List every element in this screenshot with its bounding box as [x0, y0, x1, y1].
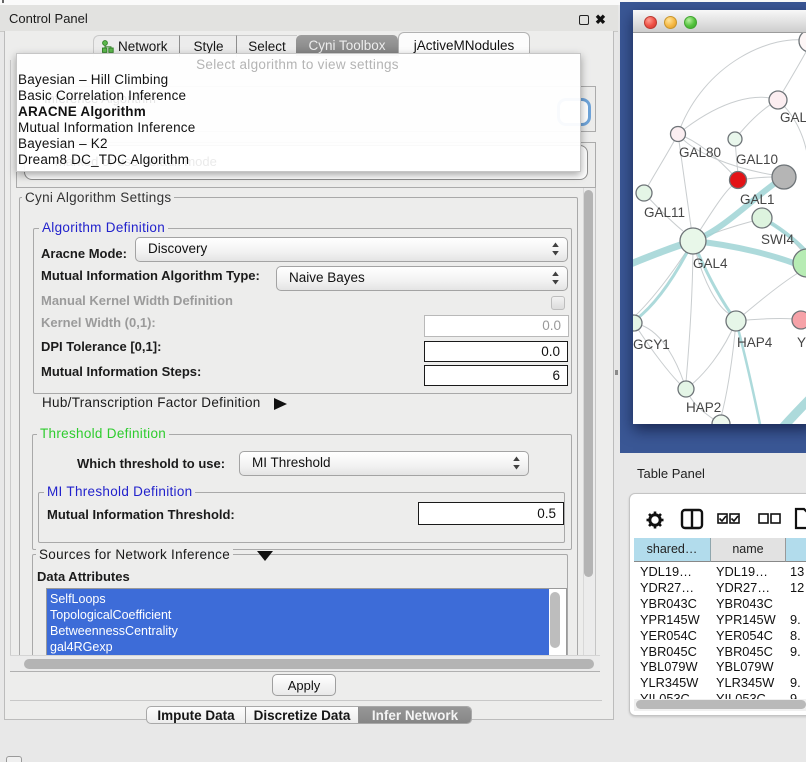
svg-text:GAL10: GAL10 [736, 152, 778, 167]
svg-text:GAL80: GAL80 [679, 145, 721, 160]
svg-text:GAL7: GAL7 [780, 110, 806, 125]
svg-text:GCY1: GCY1 [633, 337, 670, 352]
svg-text:Y: Y [797, 335, 806, 350]
svg-text:HAP4: HAP4 [737, 335, 773, 350]
svg-text:GAL4: GAL4 [693, 256, 728, 271]
svg-text:GAL11: GAL11 [644, 205, 685, 220]
svg-text:SWI4: SWI4 [761, 232, 794, 247]
svg-text:GAL1: GAL1 [740, 192, 775, 207]
svg-text:HAP2: HAP2 [686, 400, 721, 415]
